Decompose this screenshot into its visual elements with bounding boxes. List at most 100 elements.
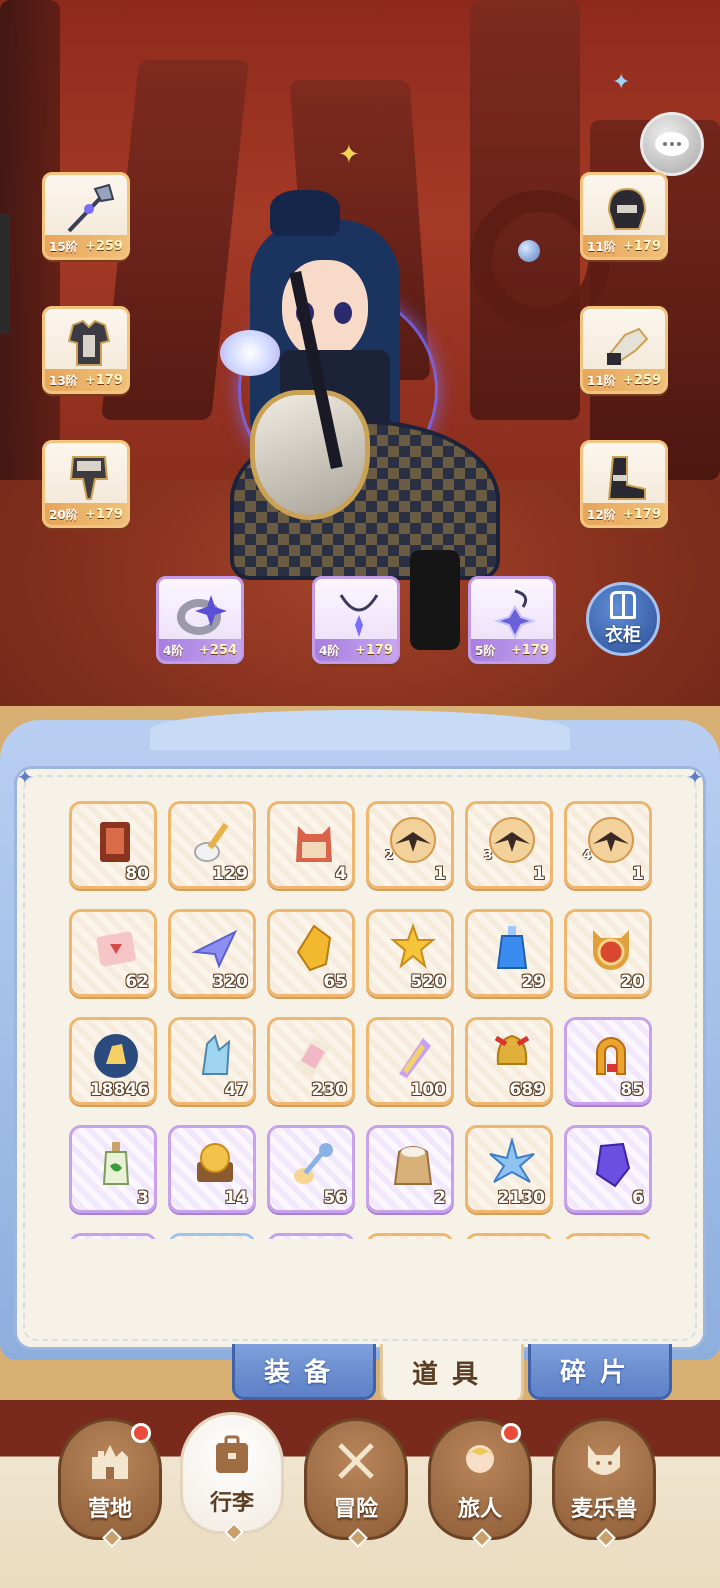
necklace-icon <box>329 585 389 641</box>
cat-coin-icon <box>583 920 639 976</box>
rainbow-paint-icon <box>385 1028 441 1084</box>
cat-pet-icon <box>582 1441 626 1481</box>
inventory-item[interactable]: 4 <box>267 801 355 889</box>
tab-items[interactable]: 道具 <box>380 1344 524 1404</box>
paper-plane-icon <box>187 920 243 976</box>
item-level: 2 <box>385 848 394 862</box>
nav-label: 旅人 <box>457 1497 502 1522</box>
inventory-item[interactable]: 20 <box>564 909 652 997</box>
star-shard-icon <box>385 920 441 976</box>
inventory-item[interactable]: 29 <box>465 909 553 997</box>
ice-crystal-icon <box>187 1028 243 1084</box>
chat-bubble-icon <box>655 132 689 156</box>
inventory-item[interactable]: 520 <box>366 909 454 997</box>
character-hat <box>270 190 340 236</box>
equip-slot-ring[interactable]: 4阶 +254 <box>156 576 244 664</box>
equip-tier: 15阶 <box>49 239 78 254</box>
tab-label: 碎片 <box>559 1358 640 1388</box>
equip-slot-helmet[interactable]: 11阶 +179 <box>580 172 668 260</box>
corner-star-icon: ✦ <box>686 766 704 789</box>
inventory-item[interactable]: 230 <box>267 1017 355 1105</box>
leg-armor-icon <box>59 449 119 505</box>
item-count: 29 <box>521 972 545 992</box>
inventory-panel: ✦ ✦ ✦ ✦ 80129421314162320655202920188464… <box>14 766 706 1350</box>
inventory-item[interactable]: 65 <box>267 909 355 997</box>
inventory-item[interactable]: 3 <box>69 1125 157 1213</box>
equip-bonus: +179 <box>84 372 123 388</box>
sparkle-icon: ✦ <box>338 140 360 170</box>
wing-shard-icon <box>583 812 639 868</box>
equip-slot-gloves[interactable]: 11阶 +259 <box>580 306 668 394</box>
wardrobe-button[interactable]: 衣柜 <box>586 582 660 656</box>
grid-scroll-fade <box>17 1239 703 1347</box>
spoon-icon <box>187 812 243 868</box>
inventory-item[interactable]: 100 <box>366 1017 454 1105</box>
wing-shard-icon <box>385 812 441 868</box>
inventory-item[interactable]: 31 <box>465 801 553 889</box>
inventory-item[interactable]: 41 <box>564 801 652 889</box>
inventory-item[interactable]: 85 <box>564 1017 652 1105</box>
inventory-item[interactable]: 320 <box>168 909 256 997</box>
purple-gem-icon <box>583 1136 639 1192</box>
item-count: 62 <box>125 972 149 992</box>
item-count: 85 <box>620 1080 644 1100</box>
eye <box>334 302 352 324</box>
boots-icon <box>597 449 657 505</box>
equip-slot-chest[interactable]: 13阶 +179 <box>42 306 130 394</box>
horseshoe-icon <box>583 1028 639 1084</box>
inventory-item[interactable]: 2130 <box>465 1125 553 1213</box>
inventory-item[interactable]: 689 <box>465 1017 553 1105</box>
helmet-icon <box>597 181 657 237</box>
nav-luggage[interactable]: 行李 <box>180 1412 284 1542</box>
nav-traveler[interactable]: 旅人 <box>428 1418 532 1548</box>
item-count: 14 <box>224 1188 248 1208</box>
equip-bonus: +254 <box>198 642 237 658</box>
equip-slot-necklace[interactable]: 4阶 +179 <box>312 576 400 664</box>
item-count: 6 <box>632 1188 644 1208</box>
item-count: 2130 <box>497 1188 545 1208</box>
inventory-item[interactable]: 47 <box>168 1017 256 1105</box>
equip-tier: 13阶 <box>49 373 78 388</box>
item-count: 47 <box>224 1080 248 1100</box>
item-count: 1 <box>632 864 644 884</box>
tab-label: 装备 <box>263 1358 344 1388</box>
nav-pets[interactable]: 麦乐兽 <box>552 1418 656 1548</box>
equip-slot-boots[interactable]: 12阶 +179 <box>580 440 668 528</box>
inventory-item[interactable]: 14 <box>168 1125 256 1213</box>
inventory-item[interactable]: 62 <box>69 909 157 997</box>
equip-slot-charm[interactable]: 5阶 +179 <box>468 576 556 664</box>
tab-fragments[interactable]: 碎片 <box>528 1344 672 1400</box>
crossed-swords-icon <box>334 1441 378 1481</box>
wardrobe-label: 衣柜 <box>605 625 641 646</box>
inventory-item[interactable]: 80 <box>69 801 157 889</box>
inventory-item[interactable]: 21 <box>366 801 454 889</box>
item-level: 4 <box>583 848 592 862</box>
inventory-item[interactable]: 6 <box>564 1125 652 1213</box>
nav-camp[interactable]: 营地 <box>58 1418 162 1548</box>
ring-icon <box>173 585 233 641</box>
nav-adventure[interactable]: 冒险 <box>304 1418 408 1548</box>
crystal-orb-icon <box>88 1028 144 1084</box>
glowing-orb <box>518 240 540 262</box>
equip-slot-weapon[interactable]: 15阶 +259 <box>42 172 130 260</box>
inventory-item[interactable]: 2 <box>366 1125 454 1213</box>
item-count: 320 <box>212 972 249 992</box>
chat-button[interactable] <box>640 112 704 176</box>
character-legs <box>410 550 460 650</box>
character-shield <box>250 390 370 520</box>
equip-bonus: +179 <box>84 506 123 522</box>
luggage-icon <box>210 1435 254 1475</box>
game-scene: ✦ ✦ <box>0 0 720 790</box>
inventory-item[interactable]: 129 <box>168 801 256 889</box>
potion-icon <box>484 920 540 976</box>
item-count: 56 <box>323 1188 347 1208</box>
gauntlet-icon <box>597 315 657 371</box>
item-count: 689 <box>509 1080 546 1100</box>
tab-equipment[interactable]: 装备 <box>232 1344 376 1400</box>
inventory-item[interactable]: 18846 <box>69 1017 157 1105</box>
sparkle-icon: ✦ <box>612 70 631 95</box>
nav-label: 行李 <box>209 1491 254 1516</box>
side-drawer-handle[interactable] <box>0 214 10 334</box>
inventory-item[interactable]: 56 <box>267 1125 355 1213</box>
equip-slot-legs[interactable]: 20阶 +179 <box>42 440 130 528</box>
